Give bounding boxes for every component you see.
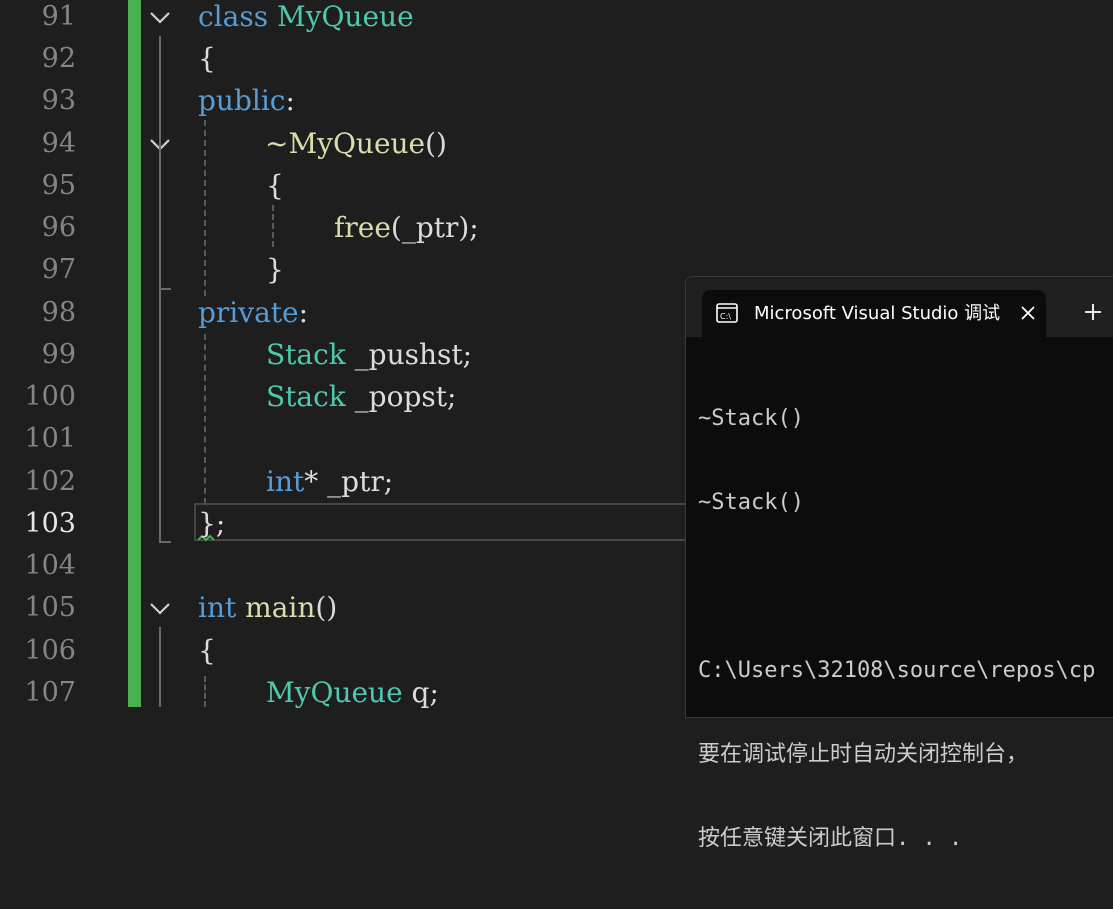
keyword: class (198, 0, 269, 33)
line-number: 96 (41, 212, 76, 243)
brace: { (266, 169, 284, 202)
keyword: int (198, 591, 237, 624)
code-text: (_ptr); (390, 211, 479, 244)
line-number: 98 (41, 297, 76, 328)
code-text: () (425, 127, 447, 160)
line-number: 95 (41, 170, 76, 201)
type-name: MyQueue (266, 676, 403, 709)
code-line-92[interactable]: { (198, 38, 216, 80)
code-line-105[interactable]: int main() (198, 587, 337, 629)
code-line-100[interactable]: Stack _popst; (266, 376, 456, 418)
indent-guide (204, 120, 206, 296)
code-line-97[interactable]: } (266, 249, 284, 291)
debug-console-window[interactable]: C:\ Microsoft Visual Studio 调试控 ~Stack()… (685, 276, 1113, 851)
fold-chevron-icon[interactable] (148, 597, 172, 621)
line-number: 99 (41, 339, 76, 370)
indent-guide (204, 676, 206, 707)
line-number: 107 (24, 677, 76, 708)
console-title-bar: C:\ Microsoft Visual Studio 调试控 (686, 277, 1113, 337)
console-line: ~Stack() (698, 490, 804, 515)
console-line: 要在调试停止时自动关闭控制台， (698, 742, 1029, 767)
line-number: 91 (41, 1, 76, 32)
outline-guide (159, 162, 161, 288)
keyword: public (198, 84, 286, 117)
code-line-96[interactable]: free(_ptr); (334, 207, 479, 249)
code-text: _pushst; (345, 338, 473, 371)
code-line-107[interactable]: MyQueue q; (266, 672, 439, 714)
code-text: () (315, 591, 338, 624)
class-name: MyQueue (276, 0, 414, 33)
close-icon[interactable] (1018, 303, 1038, 323)
line-number: 93 (41, 85, 76, 116)
code-line-102[interactable]: int* _ptr; (266, 461, 393, 503)
code-line-94[interactable]: ~MyQueue() (265, 123, 447, 165)
function-name: free (334, 211, 391, 244)
outline-guide (159, 541, 171, 543)
code-text: q; (402, 676, 439, 709)
code-text: * _ptr; (304, 465, 394, 498)
fold-chevron-icon[interactable] (148, 6, 172, 30)
outline-guide (159, 290, 161, 542)
code-line-93[interactable]: public: (198, 80, 295, 122)
console-tab[interactable]: C:\ Microsoft Visual Studio 调试控 (702, 290, 1046, 337)
line-number: 92 (41, 43, 76, 74)
console-output[interactable]: ~Stack() ~Stack() C:\Users\32108\source\… (698, 349, 1113, 909)
code-line-106[interactable]: { (198, 630, 216, 672)
code-line-98[interactable]: private: (198, 292, 308, 334)
type-name: Stack (266, 338, 346, 371)
line-number: 104 (24, 550, 76, 581)
line-number: 100 (24, 381, 76, 412)
function-name: main (245, 591, 316, 624)
punctuation: : (285, 84, 295, 117)
console-line: ~Stack() (698, 406, 804, 431)
destructor-name: MyQueue (288, 127, 426, 160)
console-tab-title: Microsoft Visual Studio 调试控 (754, 303, 1000, 324)
indent-guide (272, 205, 274, 247)
line-number: 105 (24, 592, 76, 623)
code-line-103[interactable]: }; (198, 503, 225, 545)
line-number-current: 103 (24, 508, 76, 539)
punctuation: : (298, 296, 309, 329)
tilde: ~ (265, 127, 289, 160)
line-number: 106 (24, 635, 76, 666)
console-line: C:\Users\32108\source\repos\cp (698, 658, 1096, 683)
code-line-99[interactable]: Stack _pushst; (266, 334, 472, 376)
terminal-icon: C:\ (716, 303, 738, 323)
change-tracking-bar (128, 0, 141, 707)
code-line-95[interactable]: { (266, 165, 284, 207)
code-text: }; (198, 507, 226, 540)
line-number: 101 (24, 423, 76, 454)
keyword: int (266, 465, 305, 498)
type-name: Stack (266, 380, 346, 413)
line-number: 94 (41, 128, 76, 159)
plus-icon[interactable] (1082, 301, 1104, 323)
code-line-91[interactable]: class MyQueue (198, 0, 414, 38)
line-number: 97 (41, 254, 76, 285)
code-text: _popst; (345, 380, 457, 413)
current-line-highlight (194, 503, 694, 541)
keyword: private (198, 296, 299, 329)
brace: { (198, 42, 216, 75)
indent-guide (204, 334, 206, 504)
brace: { (198, 634, 216, 667)
outline-guide (159, 627, 161, 707)
svg-text:C:\: C:\ (720, 312, 731, 321)
console-line: 按任意键关闭此窗口. . . (698, 826, 963, 851)
brace: } (266, 253, 284, 286)
line-number: 102 (24, 466, 76, 497)
